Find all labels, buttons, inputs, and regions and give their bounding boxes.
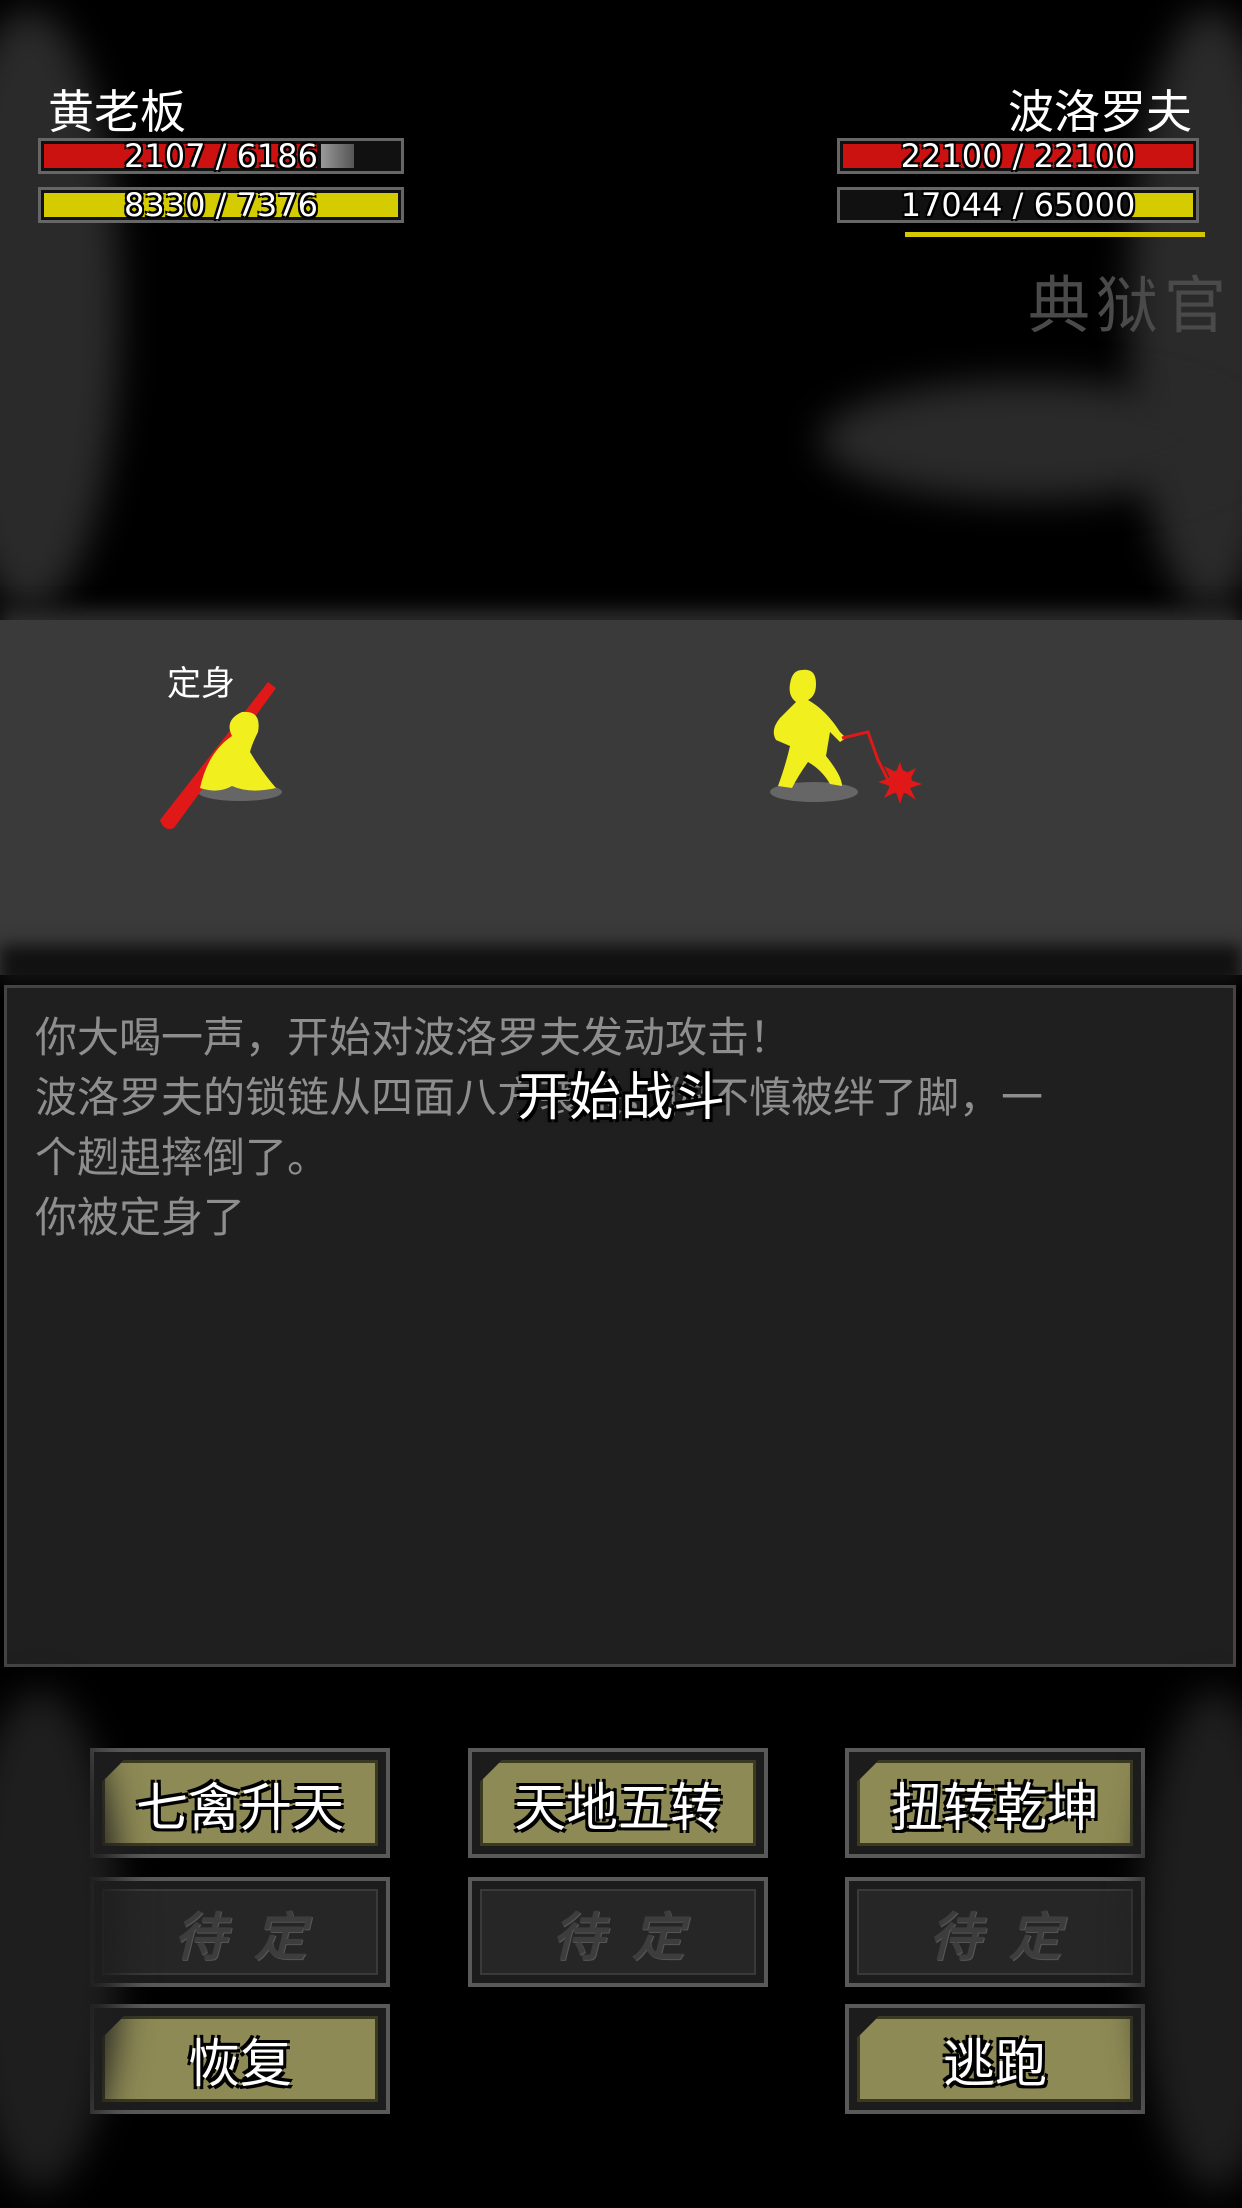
flail-icon	[878, 762, 922, 804]
skill-slot-empty-2: 待定	[468, 1877, 768, 1987]
battle-screen: 黄老板 2107 / 6186 8330 / 7376 波洛罗夫 22100 /…	[0, 0, 1242, 2208]
enemy-mp-text: 17044 / 65000	[900, 186, 1136, 224]
log-line: 个趔趄摔倒了。	[35, 1133, 330, 1182]
player-name: 黄老板	[48, 85, 186, 139]
enemy-figure-icon	[773, 669, 846, 788]
ground-shadow	[0, 945, 1242, 985]
enemy-mp-bar: 17044 / 65000	[837, 187, 1199, 223]
flee-label: 逃跑	[942, 2034, 1047, 2095]
enemy-bar-underline	[905, 232, 1205, 237]
enemy-character	[770, 669, 922, 804]
player-figure-icon	[200, 711, 276, 791]
enemy-hp-bar: 22100 / 22100	[837, 138, 1199, 174]
player-mp-text: 8330 / 7376	[124, 186, 318, 224]
skill-slot-empty-3: 待定	[845, 1877, 1145, 1987]
chain-icon	[841, 730, 890, 781]
player-character	[160, 682, 282, 829]
recover-button[interactable]: 恢复	[90, 2004, 390, 2114]
skill-label: 七禽升天	[135, 1778, 344, 1839]
enemy-hp-text: 22100 / 22100	[900, 137, 1136, 175]
skill-slot-empty-1: 待定	[90, 1877, 390, 1987]
skill-button-1[interactable]: 七禽升天	[90, 1748, 390, 1858]
skill-slot-label: 待定	[551, 1906, 712, 1968]
player-mp-bar: 8330 / 7376	[38, 187, 404, 223]
skill-label: 天地五转	[513, 1778, 722, 1839]
skill-button-3[interactable]: 扭转乾坤	[845, 1748, 1145, 1858]
flee-button[interactable]: 逃跑	[845, 2004, 1145, 2114]
skill-slot-label: 待定	[928, 1906, 1089, 1968]
smoke-bottom-right	[1140, 1690, 1242, 2190]
enemy-name: 波洛罗夫	[1008, 85, 1192, 139]
log-line: 你被定身了	[35, 1193, 246, 1242]
skill-button-2[interactable]: 天地五转	[468, 1748, 768, 1858]
recover-label: 恢复	[187, 2034, 292, 2095]
smoke-patch	[820, 380, 1240, 500]
player-hp-bar: 2107 / 6186	[38, 138, 404, 174]
battle-start-banner: 开始战斗	[516, 1068, 725, 1128]
skill-slot-label: 待定	[173, 1906, 334, 1968]
player-hp-text: 2107 / 6186	[124, 137, 318, 175]
enemy-title: 典狱官	[1027, 269, 1232, 342]
skill-label: 扭转乾坤	[890, 1778, 1099, 1839]
